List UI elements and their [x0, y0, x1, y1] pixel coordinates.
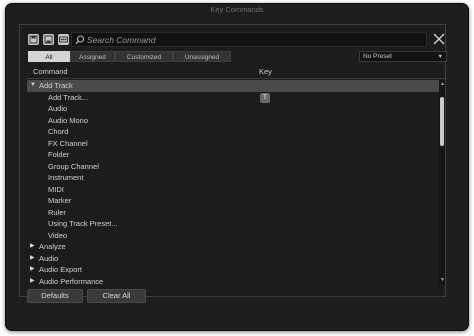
command-row[interactable]: Group Channel: [27, 161, 439, 173]
tab-assigned[interactable]: Assigned: [70, 51, 115, 62]
command-row[interactable]: Marker: [27, 195, 439, 207]
row-label: Add Track: [39, 81, 73, 90]
expanded-triangle-icon[interactable]: ▼: [30, 80, 36, 92]
chevron-down-icon: ▼: [437, 54, 443, 60]
command-row[interactable]: FX Channel: [27, 138, 439, 150]
import-icon[interactable]: [28, 34, 39, 45]
close-icon[interactable]: [431, 31, 447, 47]
macros-icon[interactable]: [58, 34, 69, 45]
preset-value: No Preset: [363, 53, 392, 60]
row-label: Marker: [48, 196, 72, 205]
column-header-command[interactable]: Command: [33, 66, 68, 78]
column-header-key[interactable]: Key: [259, 66, 272, 78]
category-row[interactable]: ▶ Audio Performance: [27, 276, 439, 286]
row-label: FX Channel: [48, 138, 88, 148]
row-label: Audio Export: [39, 265, 82, 274]
tab-customized[interactable]: Customized: [115, 51, 173, 62]
command-row[interactable]: MIDI: [27, 184, 439, 196]
command-row[interactable]: Instrument: [27, 172, 439, 184]
command-row[interactable]: Using Track Preset...: [27, 218, 439, 230]
command-list: ▼ Add Track Add Track... T Audio Audio Mono Ch…: [27, 80, 439, 285]
row-label: Group Channel: [48, 161, 99, 171]
row-label: Add Track...: [48, 92, 89, 102]
scroll-down-arrow-icon[interactable]: ▼: [440, 277, 445, 283]
row-label: Folder: [48, 150, 70, 159]
row-label: Audio: [48, 104, 68, 113]
tab-unassigned[interactable]: Unassigned: [173, 51, 231, 62]
collapsed-triangle-icon[interactable]: ▶: [30, 264, 35, 276]
search-icon: [75, 35, 85, 45]
row-label: Chord: [48, 127, 69, 136]
category-row[interactable]: ▶ Audio Export: [27, 264, 439, 276]
command-row[interactable]: Video: [27, 230, 439, 242]
row-label: Ruler: [48, 207, 66, 217]
row-label: Using Track Preset...: [48, 219, 118, 228]
row-label: Analyze: [39, 242, 66, 251]
command-row[interactable]: Add Track... T: [27, 92, 439, 104]
row-label: MIDI: [48, 184, 64, 194]
header-divider: [27, 78, 445, 79]
collapsed-triangle-icon[interactable]: ▶: [30, 241, 35, 253]
scroll-up-arrow-icon[interactable]: ▲: [440, 81, 445, 87]
row-label: Audio: [39, 253, 59, 263]
category-row[interactable]: ▶ Analyze: [27, 241, 439, 253]
collapsed-triangle-icon[interactable]: ▶: [30, 253, 35, 265]
command-row[interactable]: Chord: [27, 126, 439, 138]
search-placeholder: Search Command: [87, 35, 156, 45]
key-badge: T: [260, 92, 270, 103]
row-label: Video: [48, 230, 68, 240]
export-icon[interactable]: [43, 34, 54, 45]
scrollbar-thumb[interactable]: [440, 97, 444, 146]
defaults-button[interactable]: Defaults: [27, 289, 83, 303]
command-row[interactable]: Ruler: [27, 207, 439, 219]
category-row[interactable]: ▼ Add Track: [27, 80, 439, 92]
tab-all[interactable]: All: [28, 51, 70, 62]
command-row[interactable]: Audio: [27, 103, 439, 115]
row-label: Instrument: [48, 173, 84, 182]
preset-dropdown[interactable]: No Preset ▼: [359, 51, 447, 62]
clear-all-button[interactable]: Clear All: [87, 289, 146, 303]
command-row[interactable]: Folder: [27, 149, 439, 161]
window-title: Key Commands: [210, 5, 264, 14]
row-label: Audio Mono: [48, 115, 89, 125]
row-label: Audio Performance: [39, 276, 104, 286]
collapsed-triangle-icon[interactable]: ▶: [30, 276, 35, 286]
category-row[interactable]: ▶ Audio: [27, 253, 439, 265]
command-row[interactable]: Audio Mono: [27, 115, 439, 127]
search-field[interactable]: Search Command: [71, 32, 427, 47]
